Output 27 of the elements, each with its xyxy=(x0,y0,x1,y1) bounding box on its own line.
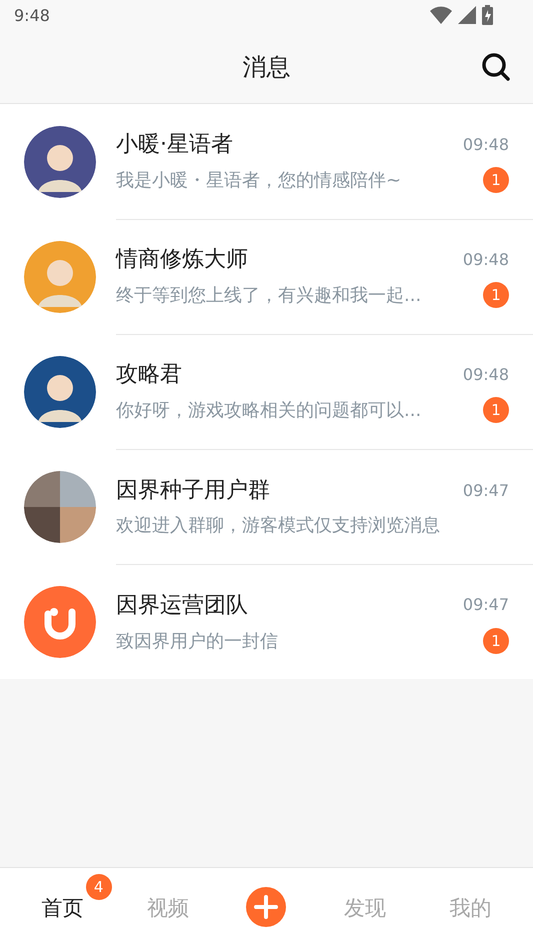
message-time: 09:48 xyxy=(462,250,509,268)
message-time: 09:48 xyxy=(462,364,509,384)
conversation-name[interactable]: 因界种子用户群 xyxy=(116,475,270,505)
wifi-icon xyxy=(430,6,452,24)
message-preview: 欢迎进入群聊，游客模式仅支持浏览消息 xyxy=(116,514,440,537)
add-button[interactable] xyxy=(246,886,286,930)
notification-badge: 4 xyxy=(86,874,112,900)
message-time: 09:47 xyxy=(462,595,509,614)
unread-count: 1 xyxy=(483,282,509,308)
message-preview: 终于等到您上线了，有兴趣和我一起... xyxy=(116,284,422,307)
unread-count: 1 xyxy=(483,628,509,654)
message-time: 09:48 xyxy=(462,134,509,154)
page-title: 消息 xyxy=(242,52,290,82)
conversation-name[interactable]: 攻略君 xyxy=(116,359,182,389)
signal-icon xyxy=(458,6,476,24)
search-icon[interactable] xyxy=(481,52,511,82)
status-time: 9:48 xyxy=(14,6,50,24)
message-preview: 致因界用户的一封信 xyxy=(116,630,278,652)
battery-icon xyxy=(482,5,493,25)
message-preview: 你好呀，游戏攻略相关的问题都可以... xyxy=(116,399,422,422)
conversation-name[interactable]: 因界运营团队 xyxy=(116,590,248,620)
conversation-name[interactable]: 小暖·星语者 xyxy=(116,129,233,159)
message-time: 09:47 xyxy=(462,480,509,500)
message-preview: 我是小暖・星语者，您的情感陪伴~ xyxy=(116,169,402,192)
unread-count: 1 xyxy=(483,167,509,193)
unread-count: 1 xyxy=(483,397,509,423)
conversation-name[interactable]: 情商修炼大师 xyxy=(116,244,248,274)
